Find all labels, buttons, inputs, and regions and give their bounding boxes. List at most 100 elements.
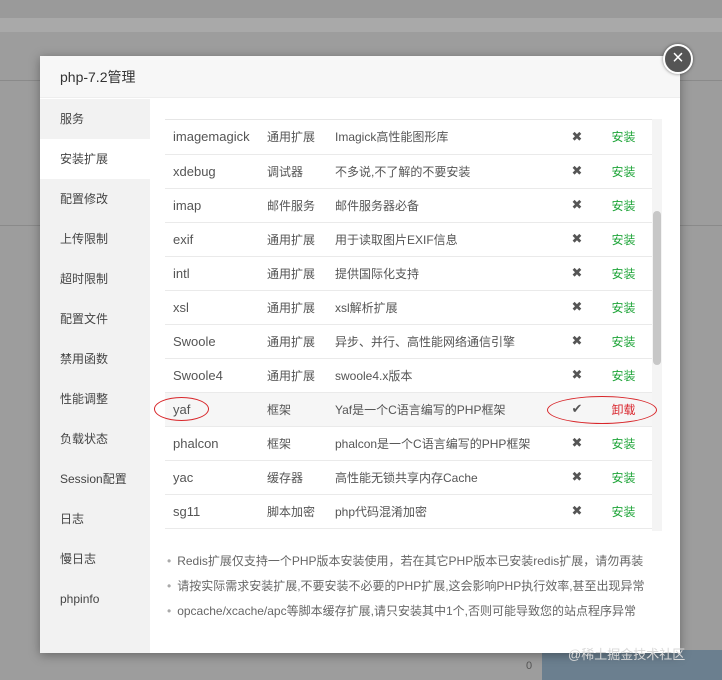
action-cell: 安装 bbox=[595, 290, 652, 325]
extension-type: 通用扩展 bbox=[259, 120, 327, 155]
not-installed-icon: ✖ bbox=[571, 299, 583, 314]
extension-description: phalcon是一个C语言编写的PHP框架 bbox=[327, 426, 559, 461]
sidebar-item[interactable]: 负载状态 bbox=[40, 419, 150, 459]
sidebar-item[interactable]: phpinfo bbox=[40, 579, 150, 619]
extension-description: 邮件服务器必备 bbox=[327, 188, 559, 223]
install-button[interactable]: 安装 bbox=[611, 335, 635, 349]
extension-type: 通用扩展 bbox=[259, 222, 327, 257]
install-button[interactable]: 安装 bbox=[611, 369, 635, 383]
install-button[interactable]: 安装 bbox=[611, 437, 635, 451]
action-cell: 安装 bbox=[595, 188, 652, 223]
sidebar-item[interactable]: 慢日志 bbox=[40, 539, 150, 579]
watermark: @稀土掘金技术社区 bbox=[568, 647, 686, 662]
bullet-icon: • bbox=[167, 604, 172, 618]
close-dialog-button[interactable]: × bbox=[663, 44, 693, 74]
extension-row: imap 邮件服务 邮件服务器必备 ✖ 安装 bbox=[165, 188, 652, 223]
not-installed-icon: ✖ bbox=[571, 231, 583, 246]
status-cell: ✖ bbox=[559, 188, 595, 223]
status-cell: ✖ bbox=[559, 154, 595, 189]
not-installed-icon: ✖ bbox=[571, 503, 583, 518]
extension-type: 框架 bbox=[259, 426, 327, 461]
background-axis-label: 0 bbox=[526, 660, 533, 672]
action-cell: 安装 bbox=[595, 256, 652, 291]
extension-description: Imagick高性能图形库 bbox=[327, 120, 559, 155]
background-top-bar bbox=[0, 0, 722, 18]
extensions-panel: imagemagick 通用扩展 Imagick高性能图形库 ✖ 安装 xdebug 调试器… bbox=[150, 99, 680, 653]
status-cell: ✔ bbox=[559, 392, 595, 427]
install-button[interactable]: 安装 bbox=[611, 301, 635, 315]
install-button[interactable]: 安装 bbox=[611, 130, 635, 144]
sidebar-item[interactable]: 日志 bbox=[40, 499, 150, 539]
extension-row: sg11 脚本加密 php代码混淆加密 ✖ 安装 bbox=[165, 494, 652, 529]
install-button[interactable]: 安装 bbox=[611, 165, 635, 179]
extension-name: sg11 bbox=[165, 494, 259, 529]
extension-row: phalcon 框架 phalcon是一个C语言编写的PHP框架 ✖ 安装 bbox=[165, 426, 652, 461]
installed-check-icon: ✔ bbox=[571, 401, 583, 416]
extension-description: 不多说,不了解的不要安装 bbox=[327, 154, 559, 189]
install-button[interactable]: 安装 bbox=[611, 199, 635, 213]
extension-type: 通用扩展 bbox=[259, 324, 327, 359]
sidebar-item[interactable]: 配置修改 bbox=[40, 179, 150, 219]
action-cell: 卸载 bbox=[595, 392, 652, 427]
scrollbar-track[interactable] bbox=[652, 119, 662, 531]
sidebar-item[interactable]: 上传限制 bbox=[40, 219, 150, 259]
extension-name: phalcon bbox=[165, 426, 259, 461]
scrollbar-thumb[interactable] bbox=[653, 211, 661, 365]
sidebar-item[interactable]: 超时限制 bbox=[40, 259, 150, 299]
extension-name: Swoole bbox=[165, 324, 259, 359]
extension-description: 提供国际化支持 bbox=[327, 256, 559, 291]
note-text: Redis扩展仅支持一个PHP版本安装使用，若在其它PHP版本已安装redis扩… bbox=[177, 554, 644, 568]
extension-row: Swoole 通用扩展 异步、并行、高性能网络通信引擎 ✖ 安装 bbox=[165, 324, 652, 359]
not-installed-icon: ✖ bbox=[571, 469, 583, 484]
sidebar-item[interactable]: 配置文件 bbox=[40, 299, 150, 339]
extensions-table: imagemagick 通用扩展 Imagick高性能图形库 ✖ 安装 xdebug 调试器… bbox=[165, 120, 652, 529]
bullet-icon: • bbox=[167, 579, 172, 593]
extension-name: yac bbox=[165, 460, 259, 495]
status-cell: ✖ bbox=[559, 324, 595, 359]
extension-name: exif bbox=[165, 222, 259, 257]
status-cell: ✖ bbox=[559, 290, 595, 325]
install-button[interactable]: 安装 bbox=[611, 505, 635, 519]
not-installed-icon: ✖ bbox=[571, 333, 583, 348]
status-cell: ✖ bbox=[559, 460, 595, 495]
sidebar-item[interactable]: 性能调整 bbox=[40, 379, 150, 419]
extension-type: 通用扩展 bbox=[259, 290, 327, 325]
note-text: opcache/xcache/apc等脚本缓存扩展,请只安装其中1个,否则可能导… bbox=[177, 604, 636, 618]
install-button[interactable]: 安装 bbox=[611, 267, 635, 281]
extension-name: xdebug bbox=[165, 154, 259, 189]
extension-row: exif 通用扩展 用于读取图片EXIF信息 ✖ 安装 bbox=[165, 222, 652, 257]
extension-row: yac 缓存器 高性能无锁共享内存Cache ✖ 安装 bbox=[165, 460, 652, 495]
install-button[interactable]: 安装 bbox=[611, 471, 635, 485]
extension-description: 用于读取图片EXIF信息 bbox=[327, 222, 559, 257]
action-cell: 安装 bbox=[595, 154, 652, 189]
status-cell: ✖ bbox=[559, 426, 595, 461]
extensions-table-scroll[interactable]: imagemagick 通用扩展 Imagick高性能图形库 ✖ 安装 xdebug 调试器… bbox=[165, 119, 662, 531]
extension-description: 高性能无锁共享内存Cache bbox=[327, 460, 559, 495]
extension-type: 缓存器 bbox=[259, 460, 327, 495]
not-installed-icon: ✖ bbox=[571, 265, 583, 280]
extension-name: intl bbox=[165, 256, 259, 291]
sidebar-item[interactable]: 禁用函数 bbox=[40, 339, 150, 379]
extension-description: swoole4.x版本 bbox=[327, 358, 559, 393]
extension-type: 脚本加密 bbox=[259, 494, 327, 529]
extension-name: imagemagick bbox=[165, 120, 259, 155]
not-installed-icon: ✖ bbox=[571, 435, 583, 450]
sidebar-item[interactable]: Session配置 bbox=[40, 459, 150, 499]
sidebar-item[interactable]: 安装扩展 bbox=[40, 139, 150, 179]
note-item: • 请按实际需求安装扩展,不要安装不必要的PHP扩展,这会影响PHP执行效率,甚至… bbox=[167, 574, 672, 599]
action-cell: 安装 bbox=[595, 426, 652, 461]
sidebar-item[interactable]: 服务 bbox=[40, 99, 150, 139]
dialog-sidebar: 服务 安装扩展 配置修改 上传限制 超时限制 配置文件 禁用函数 性能调整 负载状态 Sessio… bbox=[40, 99, 150, 653]
extension-description: php代码混淆加密 bbox=[327, 494, 559, 529]
uninstall-button[interactable]: 卸载 bbox=[611, 403, 635, 417]
status-cell: ✖ bbox=[559, 120, 595, 155]
extension-name: imap bbox=[165, 188, 259, 223]
note-item: • Redis扩展仅支持一个PHP版本安装使用，若在其它PHP版本已安装redis… bbox=[167, 549, 672, 574]
extension-row: xdebug 调试器 不多说,不了解的不要安装 ✖ 安装 bbox=[165, 154, 652, 189]
install-button[interactable]: 安装 bbox=[611, 233, 635, 247]
install-notes: • Redis扩展仅支持一个PHP版本安装使用，若在其它PHP版本已安装redis… bbox=[167, 549, 672, 624]
extension-type: 邮件服务 bbox=[259, 188, 327, 223]
not-installed-icon: ✖ bbox=[571, 163, 583, 178]
dialog-title: php-7.2管理 bbox=[40, 56, 680, 98]
extension-type: 通用扩展 bbox=[259, 358, 327, 393]
